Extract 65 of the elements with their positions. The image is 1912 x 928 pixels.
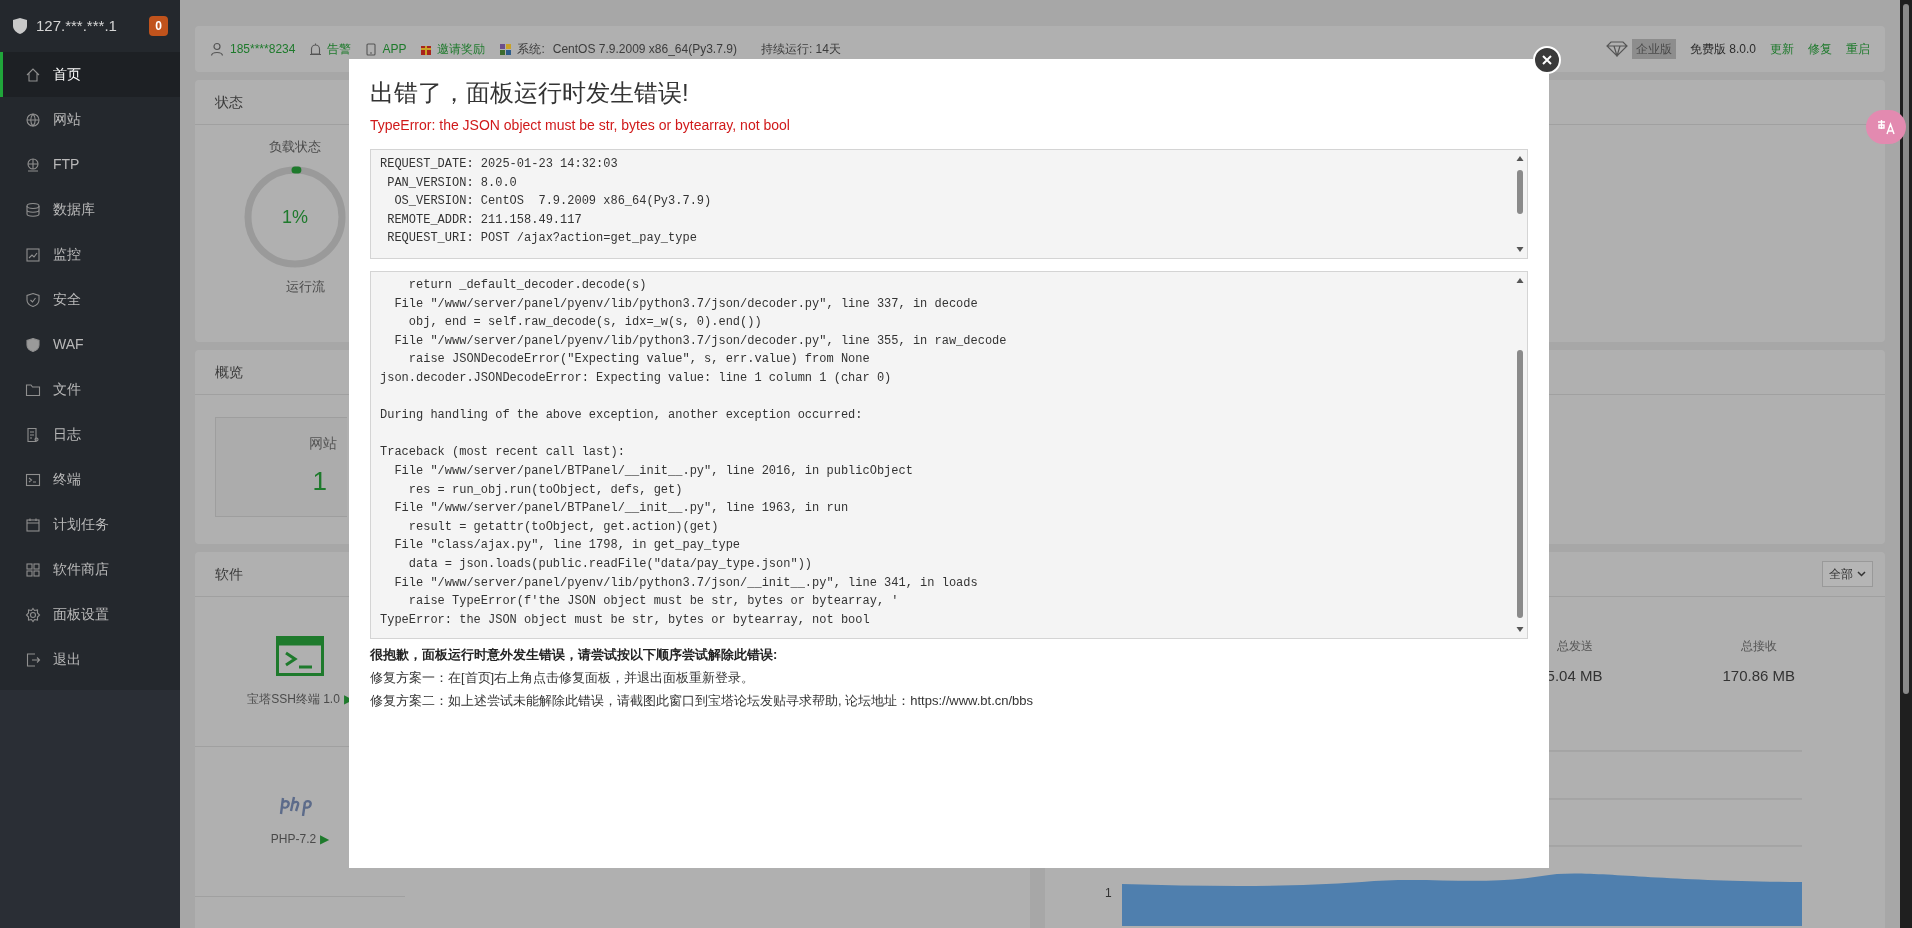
software-name[interactable]: PHP-7.2 ▶ (270, 829, 330, 848)
chart-icon (25, 246, 41, 263)
gear-icon (25, 606, 41, 623)
load-percentage: 1% (282, 205, 308, 228)
sidebar-item[interactable]: 面板设置 (0, 592, 180, 637)
grid-icon (25, 561, 41, 578)
axis-tick-label: 1 (1105, 884, 1112, 902)
system-label: 系统: (517, 41, 545, 58)
sidebar-item[interactable]: 监控 (0, 232, 180, 277)
error-message: TypeError: the JSON object must be str, bytes or bytearray, not bool (370, 116, 791, 135)
help-heading: 很抱歉，面板运行时意外发生错误，请尝试按以下顺序尝试解除此错误: (370, 646, 779, 664)
sidebar-item[interactable]: 网站 (0, 97, 180, 142)
server-address: 127.***.***.1 (36, 15, 117, 36)
traceback-text: return _default_decoder.decode(s) File "/www/server/panel/pyenv/lib/python3.7/json/decoder.py", line 337, in decode obj, end = self.raw_decode(s, idx=_w(s, 0).end()) File "/www/server/panel/pyenv/lib/python3.7/json/decoder.py", line 355, in raw_decode raise JSONDecodeError("Expecting value", s, err.value) from None json.decoder.JSONDecodeError: Expecting value: line 1 column 1 (char 0) During handling of the above exception, another exception occurred: Traceback (most recent call last): File "/www/server/panel/BTPanel/__init__.py", line 2016, in publicObject res = run_obj.run(toObject, defs, get) File "/www/server/panel/BTPanel/__init__.py", line 1963, in run result = getattr(toObject, get.action)(get) File "class/ajax.py", line 1798, in get_pay_type data = json.loads(public.readFile("data/pay_type.json")) File "/www/server/panel/pyenv/lib/python3.7/json/__init__.py", line 341, in loads raise TypeError(f'the JSON object must be str, bytes or bytearray, ' TypeError: the JSON object must be str, bytes or bytearray, not bool (379, 277, 1008, 629)
panel-title: 状态 (215, 92, 243, 112)
filter-dropdown[interactable]: 全部 (1822, 561, 1873, 587)
page-scrollbar[interactable] (1900, 0, 1912, 928)
sidebar-item[interactable]: 文件 (0, 367, 180, 412)
terminal-icon (25, 471, 41, 488)
version-text: 免费版 8.0.0 (1689, 41, 1756, 58)
translate-icon (1877, 119, 1895, 135)
sidebar-item[interactable]: 软件商店 (0, 547, 180, 592)
fix-suggestion: 修复方案二：如上述尝试未能解除此错误，请截图此窗口到宝塔论坛发贴寻求帮助, 论坛地址：https://www.bt.cn/bbs (370, 692, 1035, 710)
database-icon (25, 201, 41, 218)
panel-title: 软件 (215, 564, 243, 584)
stat-label: 总接收 (1740, 638, 1777, 655)
notification-badge[interactable]: 0 (149, 16, 168, 36)
close-icon (1541, 54, 1553, 66)
chevron-down-icon (1857, 571, 1866, 577)
sidebar-item[interactable]: 首页 (0, 52, 180, 97)
terminal-icon (276, 635, 324, 676)
system-version: CentOS 7.9.2009 x86_64(Py3.7.9) (552, 41, 737, 58)
stat-value: 170.86 MB (1722, 666, 1795, 686)
exit-icon (25, 651, 41, 668)
request-info-text: REQUEST_DATE: 2025-01-23 14:32:03 PAN_VERSION: 8.0.0 OS_VERSION: CentOS 7.9.2009 x86_64(Py3.7.9) REMOTE_ADDR: 211.158.49.117 REQUEST_URI: POST /ajax?action=get_pay_type (379, 156, 713, 248)
user-icon (210, 42, 224, 56)
sidebar-item[interactable]: WAF (0, 322, 180, 367)
stat-label: 总发送 (1556, 638, 1593, 655)
phone-icon (365, 42, 378, 56)
globe-icon (25, 111, 41, 128)
system-icon (499, 42, 513, 56)
globe-icon (25, 156, 41, 173)
document-icon (25, 426, 41, 443)
sidebar-item[interactable]: 数据库 (0, 187, 180, 232)
home-icon (25, 66, 41, 83)
fix-suggestion: 修复方案一：在[首页]右上角点击修复面板，并退出面板重新登录。 (370, 669, 756, 687)
shield-icon (25, 336, 41, 353)
bell-icon (309, 42, 323, 56)
diamond-icon (1605, 41, 1628, 57)
calendar-icon (25, 516, 41, 533)
load-caption: 运行流 (284, 277, 325, 296)
sidebar-item[interactable]: 日志 (0, 412, 180, 457)
folder-icon (25, 381, 41, 398)
uptime-text: 持续运行: 14天 (760, 41, 841, 58)
sidebar-item[interactable]: 计划任务 (0, 502, 180, 547)
load-label: 负载状态 (269, 138, 321, 156)
panel-title: 概览 (215, 362, 243, 382)
shield-icon (12, 17, 28, 35)
sidebar-item[interactable]: FTP (0, 142, 180, 187)
shield-icon (25, 291, 41, 308)
sidebar-item[interactable]: 退出 (0, 637, 180, 682)
dialog-title: 出错了，面板运行时发生错误! (370, 78, 690, 108)
sidebar-item[interactable]: 终端 (0, 457, 180, 502)
sidebar-item[interactable]: 安全 (0, 277, 180, 322)
edition-badge: 企业版 (1631, 39, 1676, 59)
